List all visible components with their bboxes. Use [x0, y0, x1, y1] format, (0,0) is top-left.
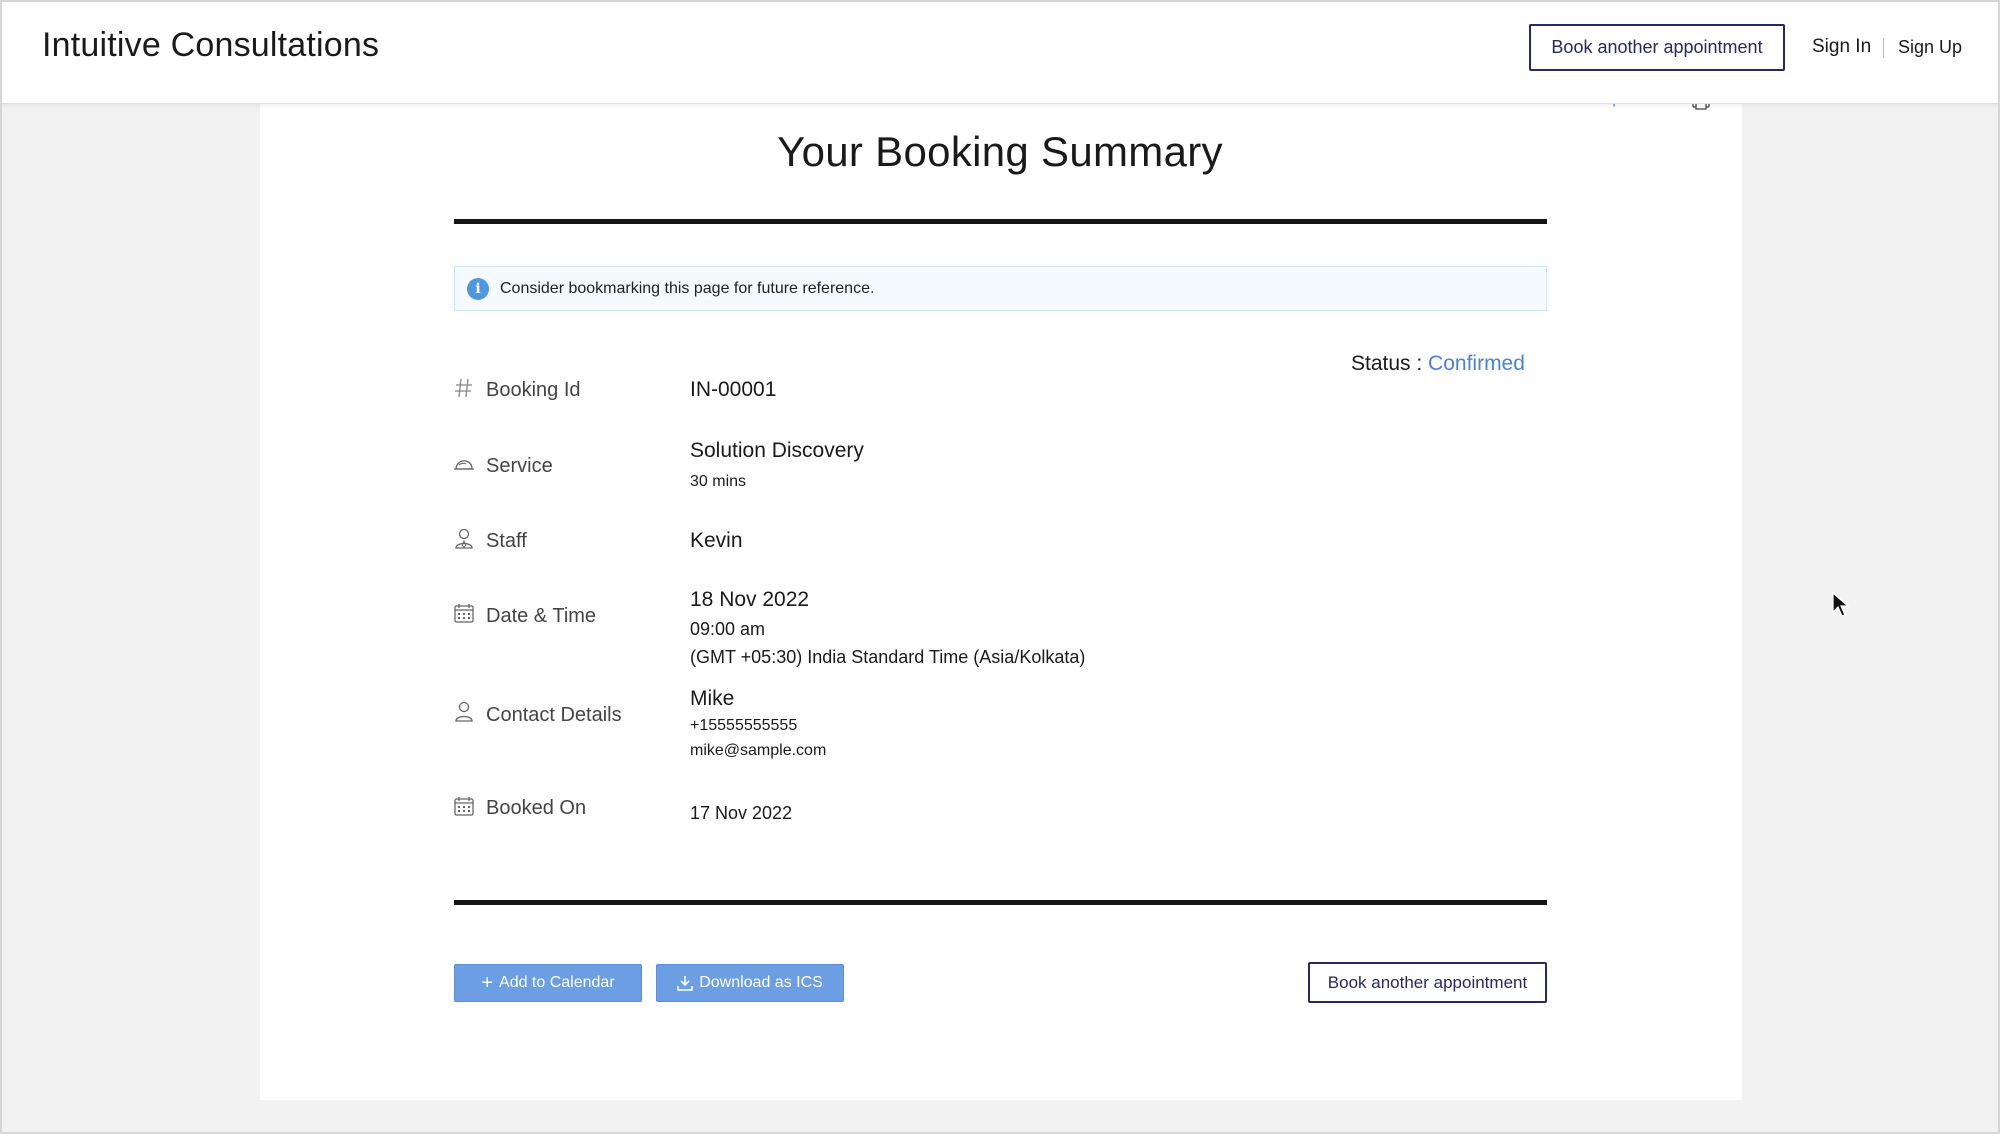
sign-in-link[interactable]: Sign In	[1812, 36, 1871, 58]
status-value: Confirmed	[1428, 352, 1525, 375]
service-name: Solution Discovery	[690, 439, 864, 462]
staff-value: Kevin	[690, 529, 743, 552]
booked-on-label: Booked On	[486, 797, 587, 819]
booking-date: 18 Nov 2022	[690, 588, 810, 611]
staff-icon	[455, 528, 473, 549]
top-header: Intuitive Consultations Book another app…	[0, 0, 2000, 104]
plus-icon: +	[481, 972, 494, 994]
info-icon: i	[467, 277, 489, 300]
book-another-button[interactable]: Book another appointment	[1308, 962, 1547, 1003]
page-title: Your Booking Summary	[777, 128, 1223, 175]
brand-name: Intuitive Consultations	[42, 26, 380, 64]
add-to-calendar-label: Add to Calendar	[499, 974, 615, 991]
booked-on-value: 17 Nov 2022	[690, 803, 793, 823]
info-banner: i Consider bookmarking this page for fut…	[454, 266, 1547, 311]
service-duration: 30 mins	[690, 473, 747, 490]
header-separator	[1883, 38, 1884, 58]
status-label: Status :	[1351, 352, 1423, 375]
service-label: Service	[486, 455, 553, 477]
header-book-another-button[interactable]: Book another appointment	[1529, 24, 1785, 71]
staff-label: Staff	[486, 530, 527, 552]
contact-name: Mike	[690, 687, 735, 710]
contact-icon	[455, 701, 473, 722]
bottom-divider	[454, 900, 1547, 905]
booked-on-calendar-icon	[454, 797, 474, 816]
booking-timezone: (GMT +05:30) India Standard Time (Asia/K…	[690, 647, 1086, 667]
booking-id-label: Booking Id	[486, 379, 581, 401]
booking-id-value: IN-00001	[690, 378, 777, 401]
booking-status: Status : Confirmed	[1351, 352, 1525, 376]
top-divider	[454, 219, 1547, 224]
contact-label: Contact Details	[486, 704, 622, 726]
info-message: Consider bookmarking this page for futur…	[500, 279, 875, 297]
sign-up-link[interactable]: Sign Up	[1898, 37, 1962, 58]
calendar-icon	[454, 604, 474, 623]
datetime-label: Date & Time	[486, 605, 597, 627]
booking-summary-card	[260, 104, 1742, 1100]
mouse-cursor-icon	[1832, 592, 1850, 617]
contact-phone: +15555555555	[690, 717, 798, 734]
add-to-calendar-button[interactable]: + Add to Calendar	[454, 964, 642, 1002]
download-ics-label: Download as ICS	[699, 974, 823, 991]
download-ics-button[interactable]: Download as ICS	[656, 964, 844, 1002]
hash-icon	[455, 378, 472, 398]
service-icon	[454, 460, 474, 470]
contact-email: mike@sample.com	[690, 742, 827, 759]
download-icon	[677, 976, 693, 991]
booking-time: 09:00 am	[690, 619, 766, 639]
